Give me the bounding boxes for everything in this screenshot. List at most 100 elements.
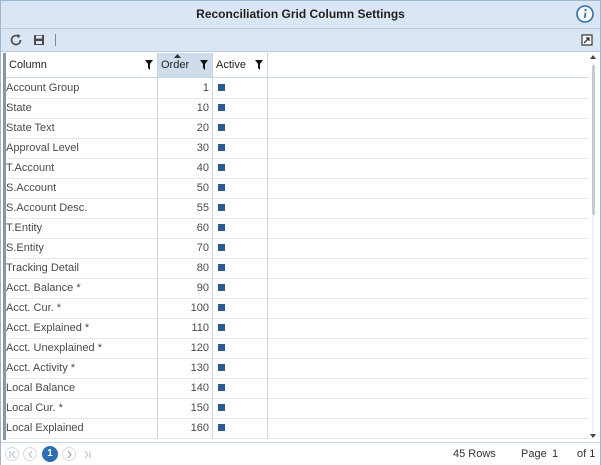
order-cell[interactable]: 110 — [158, 318, 213, 338]
active-cell[interactable] — [213, 218, 268, 238]
active-cell[interactable] — [213, 338, 268, 358]
active-cell[interactable] — [213, 258, 268, 278]
table-row[interactable]: Local Balance 140 — [6, 378, 589, 399]
column-name-cell[interactable]: Local Balance — [6, 378, 158, 398]
table-row[interactable]: Local Explained 160 — [6, 418, 589, 439]
order-cell[interactable]: 80 — [158, 258, 213, 278]
vertical-scrollbar[interactable] — [589, 53, 598, 440]
active-cell[interactable] — [213, 198, 268, 218]
active-checkbox[interactable] — [218, 104, 225, 111]
column-name-cell[interactable]: S.Account Desc. — [6, 198, 158, 218]
order-cell[interactable]: 90 — [158, 278, 213, 298]
table-row[interactable]: Tracking Detail 80 — [6, 258, 589, 279]
active-cell[interactable] — [213, 78, 268, 98]
page-input[interactable]: 1 — [552, 443, 558, 465]
order-cell[interactable]: 150 — [158, 398, 213, 418]
order-cell[interactable]: 60 — [158, 218, 213, 238]
column-name-cell[interactable]: Tracking Detail — [6, 258, 158, 278]
active-checkbox[interactable] — [218, 144, 225, 151]
column-name-cell[interactable]: State — [6, 98, 158, 118]
active-checkbox[interactable] — [218, 284, 225, 291]
first-page-button[interactable] — [5, 447, 19, 461]
table-row[interactable]: State Text 20 — [6, 118, 589, 139]
active-cell[interactable] — [213, 318, 268, 338]
table-row[interactable]: Local Cur. * 150 — [6, 398, 589, 419]
header-order[interactable]: Order — [158, 53, 213, 77]
active-checkbox[interactable] — [218, 224, 225, 231]
scroll-down-icon[interactable] — [590, 434, 596, 438]
active-checkbox[interactable] — [218, 184, 225, 191]
next-page-button[interactable] — [62, 447, 76, 461]
active-checkbox[interactable] — [218, 264, 225, 271]
active-checkbox[interactable] — [218, 344, 225, 351]
table-row[interactable]: State 10 — [6, 98, 589, 119]
order-cell[interactable]: 100 — [158, 298, 213, 318]
column-name-cell[interactable]: Acct. Explained * — [6, 318, 158, 338]
order-cell[interactable]: 30 — [158, 138, 213, 158]
column-name-cell[interactable]: S.Entity — [6, 238, 158, 258]
active-cell[interactable] — [213, 278, 268, 298]
active-cell[interactable] — [213, 238, 268, 258]
scroll-up-icon[interactable] — [590, 55, 596, 59]
order-cell[interactable]: 20 — [158, 118, 213, 138]
table-row[interactable]: Acct. Unexplained * 120 — [6, 338, 589, 359]
order-cell[interactable]: 130 — [158, 358, 213, 378]
column-name-cell[interactable]: Approval Level — [6, 138, 158, 158]
order-cell[interactable]: 40 — [158, 158, 213, 178]
table-row[interactable]: Acct. Explained * 110 — [6, 318, 589, 339]
active-checkbox[interactable] — [218, 164, 225, 171]
table-row[interactable]: T.Entity 60 — [6, 218, 589, 239]
active-checkbox[interactable] — [218, 124, 225, 131]
order-cell[interactable]: 1 — [158, 78, 213, 98]
active-cell[interactable] — [213, 98, 268, 118]
column-name-cell[interactable]: Local Explained — [6, 418, 158, 438]
active-cell[interactable] — [213, 158, 268, 178]
scroll-thumb[interactable] — [592, 65, 595, 215]
table-row[interactable]: S.Entity 70 — [6, 238, 589, 259]
active-checkbox[interactable] — [218, 324, 225, 331]
filter-icon[interactable] — [255, 60, 263, 70]
active-cell[interactable] — [213, 358, 268, 378]
active-cell[interactable] — [213, 178, 268, 198]
active-checkbox[interactable] — [218, 364, 225, 371]
refresh-icon[interactable] — [8, 32, 24, 48]
table-row[interactable]: Acct. Activity * 130 — [6, 358, 589, 379]
save-icon[interactable] — [31, 32, 47, 48]
export-icon[interactable] — [581, 34, 593, 46]
order-cell[interactable]: 160 — [158, 418, 213, 438]
table-row[interactable]: S.Account 50 — [6, 178, 589, 199]
active-cell[interactable] — [213, 118, 268, 138]
prev-page-button[interactable] — [23, 447, 37, 461]
active-checkbox[interactable] — [218, 384, 225, 391]
header-column[interactable]: Column — [6, 53, 158, 77]
column-name-cell[interactable]: Local Cur. * — [6, 398, 158, 418]
order-cell[interactable]: 10 — [158, 98, 213, 118]
column-name-cell[interactable]: Acct. Cur. * — [6, 298, 158, 318]
filter-icon[interactable] — [200, 60, 208, 70]
current-page-button[interactable]: 1 — [42, 446, 58, 462]
column-name-cell[interactable]: State Text — [6, 118, 158, 138]
column-name-cell[interactable]: Acct. Activity * — [6, 358, 158, 378]
column-name-cell[interactable]: Acct. Balance * — [6, 278, 158, 298]
order-cell[interactable]: 120 — [158, 338, 213, 358]
active-checkbox[interactable] — [218, 304, 225, 311]
order-cell[interactable]: 55 — [158, 198, 213, 218]
active-checkbox[interactable] — [218, 84, 225, 91]
table-row[interactable]: Acct. Cur. * 100 — [6, 298, 589, 319]
last-page-button[interactable] — [80, 447, 94, 461]
filter-icon[interactable] — [145, 60, 153, 70]
active-cell[interactable] — [213, 398, 268, 418]
info-icon[interactable] — [576, 5, 594, 23]
active-cell[interactable] — [213, 418, 268, 438]
order-cell[interactable]: 50 — [158, 178, 213, 198]
column-name-cell[interactable]: Acct. Unexplained * — [6, 338, 158, 358]
table-row[interactable]: T.Account 40 — [6, 158, 589, 179]
active-checkbox[interactable] — [218, 404, 225, 411]
order-cell[interactable]: 70 — [158, 238, 213, 258]
active-cell[interactable] — [213, 378, 268, 398]
order-cell[interactable]: 140 — [158, 378, 213, 398]
header-active[interactable]: Active — [213, 53, 268, 77]
table-row[interactable]: Approval Level 30 — [6, 138, 589, 159]
table-row[interactable]: S.Account Desc. 55 — [6, 198, 589, 219]
active-cell[interactable] — [213, 298, 268, 318]
